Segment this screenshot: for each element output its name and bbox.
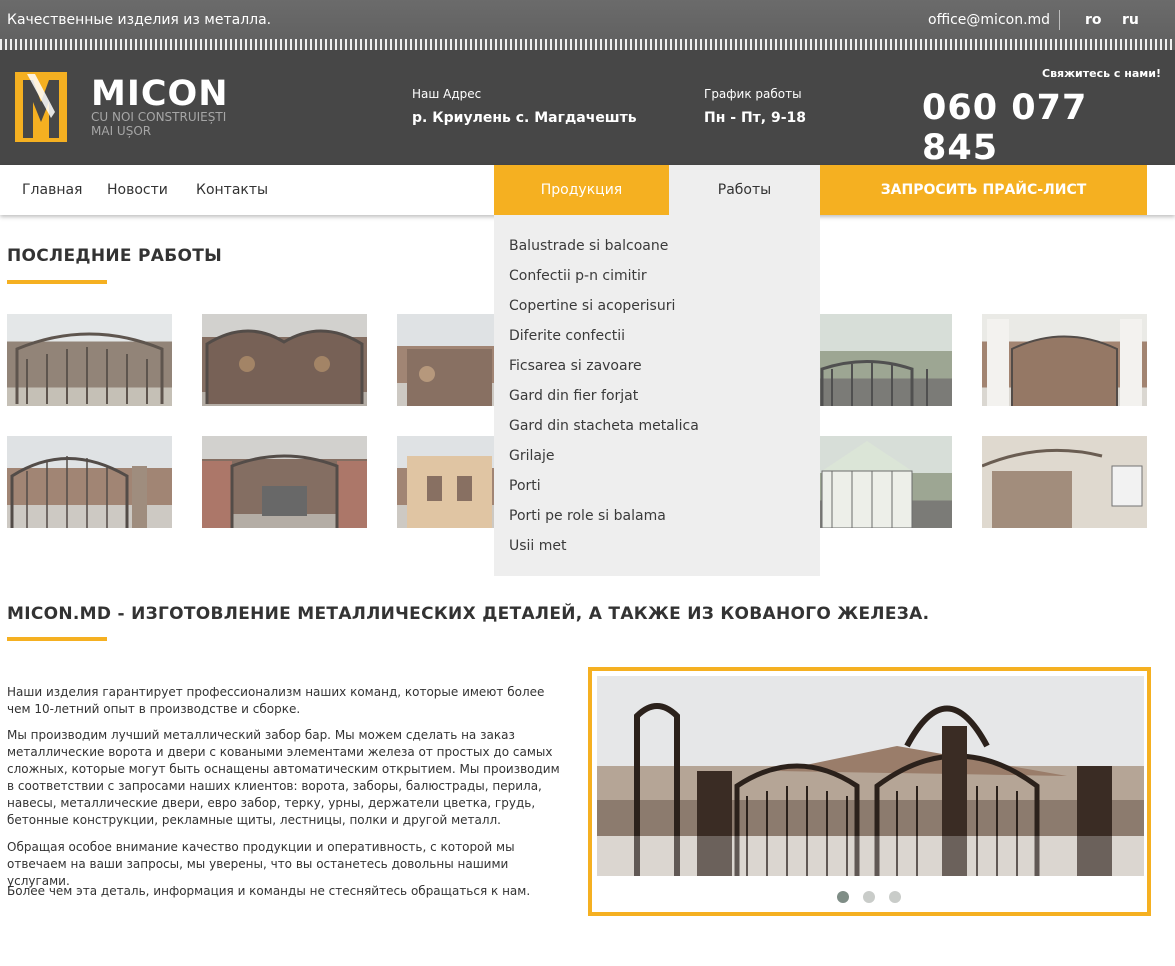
- about-paragraph-2: Мы производим лучший металлический забор…: [7, 728, 560, 827]
- gallery-thumb[interactable]: [202, 314, 367, 406]
- menu-item-gard-fier-forjat[interactable]: Gard din fier forjat: [509, 388, 638, 404]
- title-underline: [7, 637, 107, 641]
- menu-item-confectii-cimitir[interactable]: Confectii p-n cimitir: [509, 268, 647, 284]
- menu-item-usii-met[interactable]: Usii met: [509, 538, 567, 554]
- gallery-thumb[interactable]: [982, 436, 1147, 528]
- menu-item-copertine[interactable]: Copertine si acoperisuri: [509, 298, 675, 314]
- nav-contacts[interactable]: Контакты: [196, 182, 268, 198]
- language-ro-link[interactable]: ro: [1085, 12, 1102, 28]
- slider-dot-1[interactable]: [837, 891, 849, 903]
- about-paragraph-1: Наши изделия гарантирует профессионализм…: [7, 685, 545, 716]
- gallery-thumb[interactable]: [202, 436, 367, 528]
- latest-works-title: ПОСЛЕДНИЕ РАБОТЫ: [7, 246, 223, 266]
- thumb-overlay: [202, 314, 367, 406]
- main-nav: Главная Новости Контакты Продукция Работ…: [0, 165, 1175, 215]
- nav-works[interactable]: Работы: [669, 165, 820, 215]
- address-value: р. Криулень с. Магдачешть: [412, 110, 637, 126]
- slider-dot-2[interactable]: [863, 891, 875, 903]
- menu-item-gard-stacheta[interactable]: Gard din stacheta metalica: [509, 418, 699, 434]
- menu-item-balustrade[interactable]: Balustrade si balcoane: [509, 238, 668, 254]
- image-slider: [588, 667, 1151, 916]
- menu-item-ficsarea[interactable]: Ficsarea si zavoare: [509, 358, 642, 374]
- tagline: Качественные изделия из металла.: [7, 12, 272, 28]
- contact-label: Свяжитесь с нами!: [1042, 67, 1161, 80]
- slogan-line-2: MAI UȘOR: [91, 124, 152, 138]
- thumb-overlay: [7, 436, 172, 528]
- about-title: MICON.MD - ИЗГОТОВЛЕНИЕ МЕТАЛЛИЧЕСКИХ ДЕ…: [7, 604, 930, 624]
- gallery-thumb[interactable]: [7, 314, 172, 406]
- ruler-decoration: [0, 39, 1175, 50]
- menu-item-porti[interactable]: Porti: [509, 478, 541, 494]
- gallery-thumb[interactable]: [982, 314, 1147, 406]
- gallery-thumb[interactable]: [7, 436, 172, 528]
- top-bar: Качественные изделия из металла. office@…: [0, 0, 1175, 50]
- menu-item-porti-role[interactable]: Porti pe role si balama: [509, 508, 666, 524]
- slide-image[interactable]: [597, 676, 1144, 876]
- language-ru-link[interactable]: ru: [1122, 12, 1139, 28]
- thumb-overlay: [202, 436, 367, 528]
- price-request-button[interactable]: ЗАПРОСИТЬ ПРАЙС-ЛИСТ: [820, 165, 1147, 215]
- thumb-overlay: [7, 314, 172, 406]
- brand-name[interactable]: MICON: [91, 74, 229, 114]
- about-paragraph-4: Более чем эта деталь, информация и коман…: [7, 884, 531, 898]
- email-link[interactable]: office@micon.md: [928, 12, 1050, 28]
- address-label: Наш Адрес: [412, 87, 482, 101]
- nav-products[interactable]: Продукция: [494, 165, 669, 215]
- menu-item-diferite-confectii[interactable]: Diferite confectii: [509, 328, 625, 344]
- nav-home[interactable]: Главная: [22, 182, 82, 198]
- schedule-label: График работы: [704, 87, 802, 101]
- thumb-overlay: [982, 314, 1147, 406]
- schedule-value: Пн - Пт, 9-18: [704, 110, 807, 126]
- thumb-overlay: [982, 436, 1147, 528]
- slogan-line-1: CU NOI CONSTRUIEȘTI: [91, 110, 227, 124]
- header: MICON CU NOI CONSTRUIEȘTI MAI UȘOR Наш А…: [0, 50, 1175, 172]
- slider-dot-3[interactable]: [889, 891, 901, 903]
- divider: [1059, 10, 1060, 30]
- title-underline: [7, 280, 107, 284]
- products-dropdown-menu: Balustrade si balcoane Confectii p-n cim…: [494, 215, 820, 576]
- menu-item-grilaje[interactable]: Grilaje: [509, 448, 554, 464]
- logo-icon[interactable]: [15, 72, 67, 142]
- nav-news[interactable]: Новости: [107, 182, 168, 198]
- slogan: CU NOI CONSTRUIEȘTI MAI UȘOR: [91, 110, 251, 138]
- phone-number[interactable]: 060 077 845: [922, 88, 1175, 172]
